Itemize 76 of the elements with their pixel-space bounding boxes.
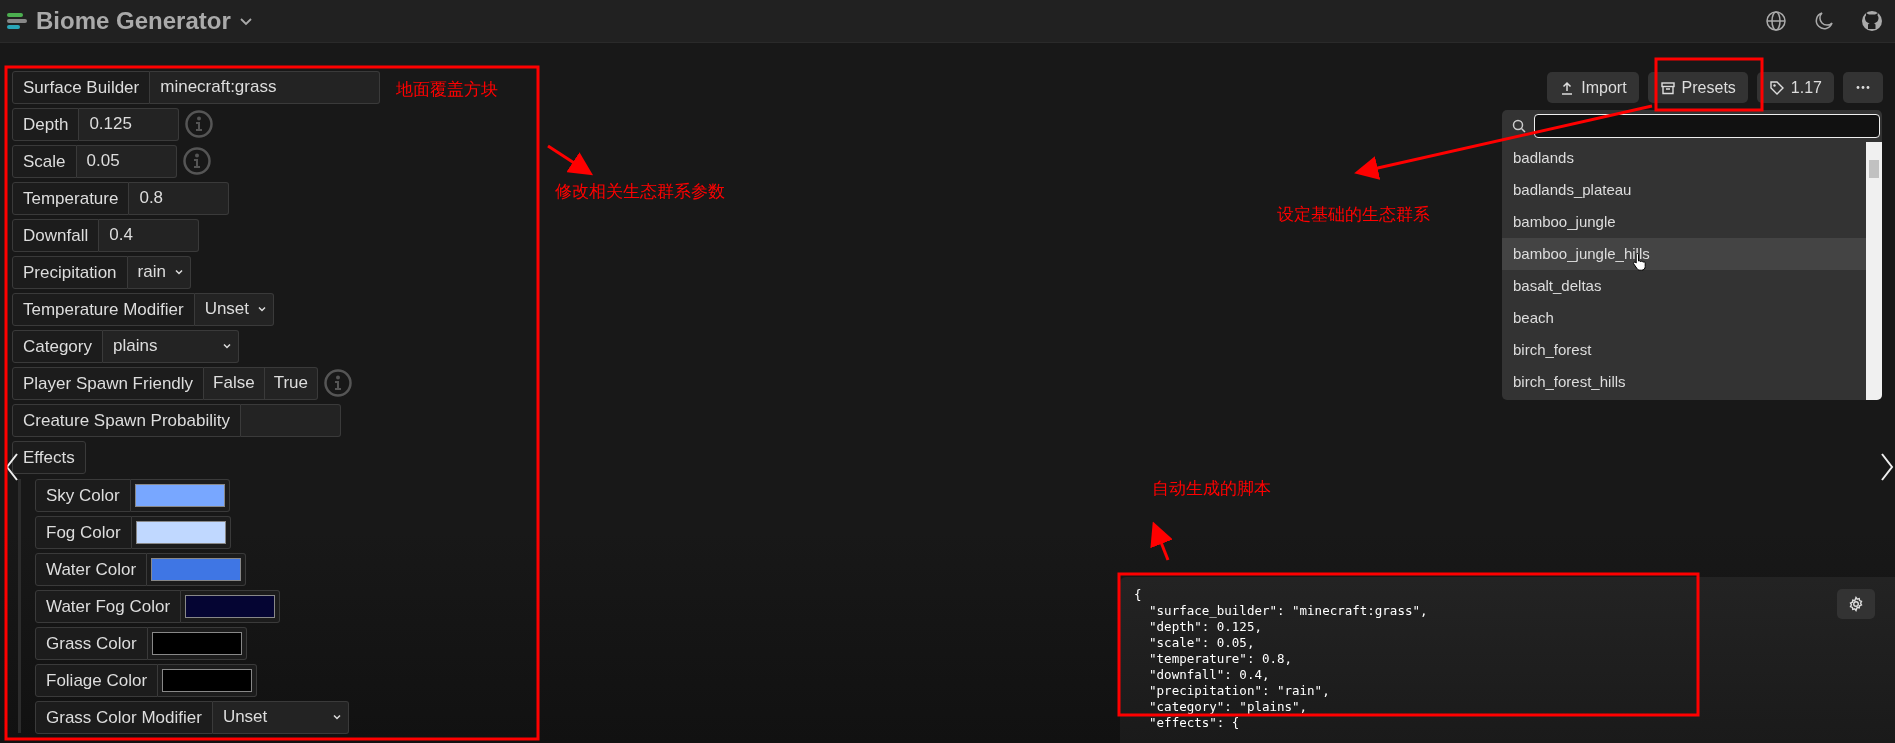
- input-field[interactable]: [240, 403, 341, 437]
- annotation-text: 自动生成的脚本: [1152, 477, 1271, 500]
- input-field[interactable]: 0.8: [129, 181, 230, 215]
- color-swatch[interactable]: [185, 594, 276, 618]
- field-label: Creature Spawn Probability: [12, 403, 241, 437]
- logo-icon[interactable]: [1861, 10, 1883, 32]
- menu-item[interactable]: basalt_deltas: [1502, 270, 1866, 302]
- field-label: Grass Color Modifier: [35, 700, 213, 734]
- field-label: Precipitation: [12, 255, 128, 289]
- info-icon[interactable]: [185, 110, 214, 138]
- caret-icon: [173, 267, 184, 277]
- search-field[interactable]: [1534, 114, 1880, 138]
- toggle-option[interactable]: False: [204, 366, 265, 400]
- caret-icon: [331, 712, 342, 722]
- field-label: Temperature Modifier: [12, 292, 195, 326]
- section-toggle[interactable]: Effects: [12, 441, 86, 474]
- settings-button[interactable]: [1837, 589, 1875, 619]
- field-label: Category: [12, 329, 103, 363]
- annotation-arrow: [1150, 521, 1173, 561]
- annotation-text: 设定基础的生态群系: [1277, 203, 1430, 226]
- field-label: Player Spawn Friendly: [12, 366, 205, 400]
- annotation-arrow: [547, 144, 594, 176]
- presets-button[interactable]: Presets: [1647, 72, 1748, 103]
- select-field[interactable]: Unset: [212, 700, 349, 734]
- logo-icon: [6, 10, 28, 32]
- field-label: Scale: [12, 144, 77, 178]
- menu-item[interactable]: bamboo_jungle_hills: [1502, 238, 1866, 270]
- more-icon: [1855, 86, 1871, 89]
- settings-icon: [1848, 596, 1864, 612]
- menu-item[interactable]: birch_forest_hills: [1502, 366, 1866, 398]
- import-button[interactable]: Import: [1547, 72, 1639, 103]
- input-field[interactable]: 0.4: [99, 218, 200, 252]
- info-icon[interactable]: [324, 369, 352, 397]
- field-label: Foliage Color: [35, 663, 159, 697]
- field-label: Surface Builder: [12, 70, 151, 104]
- field-label: Downfall: [12, 218, 100, 252]
- annotation-text: 修改相关生态群系参数: [555, 180, 725, 203]
- field-label: Temperature: [12, 181, 130, 215]
- menu-item[interactable]: birch_forest: [1502, 334, 1866, 366]
- tag-icon: [1768, 79, 1785, 96]
- field-label: Sky Color: [35, 478, 131, 512]
- color-swatch[interactable]: [162, 668, 253, 692]
- scrollbar[interactable]: [1866, 142, 1882, 400]
- app-title: Biome Generator: [36, 7, 231, 35]
- moon-icon[interactable]: [1813, 10, 1835, 32]
- archive-icon: [1659, 79, 1676, 96]
- code-text: { "surface_builder": "minecraft:grass", "depth": 0.125, "scale": 0.05, "temperature": 0.8, "downfall": 0.4, "precipitation": "rain", "category": "plains", "effects": {: [1134, 587, 1428, 731]
- input-field[interactable]: minecraft:grass: [150, 70, 381, 104]
- menu-item[interactable]: beach: [1502, 302, 1866, 334]
- color-swatch[interactable]: [135, 520, 226, 544]
- menu-item[interactable]: badlands: [1502, 142, 1866, 174]
- caret-icon: [257, 304, 268, 314]
- field-label: Water Fog Color: [35, 589, 182, 623]
- chevron-right-icon[interactable]: [1880, 452, 1894, 482]
- color-swatch[interactable]: [134, 483, 225, 507]
- globe-icon[interactable]: [1765, 10, 1787, 32]
- toggle-option[interactable]: True: [264, 366, 318, 400]
- info-icon[interactable]: [182, 147, 211, 175]
- chevron-left-icon[interactable]: [5, 452, 19, 482]
- select-field[interactable]: rain: [127, 255, 191, 289]
- menu-item[interactable]: bamboo_jungle: [1502, 206, 1866, 238]
- caret-icon: [222, 341, 232, 351]
- color-swatch[interactable]: [151, 557, 242, 581]
- input-field[interactable]: 0.125: [79, 107, 180, 141]
- color-swatch[interactable]: [151, 631, 242, 655]
- field-label: Depth: [12, 107, 80, 141]
- version-button[interactable]: 1.17: [1756, 72, 1834, 103]
- menu-item[interactable]: badlands_plateau: [1502, 174, 1866, 206]
- annotation-text: 地面覆盖方块: [396, 78, 498, 101]
- field-label: Grass Color: [35, 626, 148, 660]
- search-icon: [1512, 119, 1526, 133]
- field-label: Fog Color: [35, 515, 132, 549]
- input-field[interactable]: 0.05: [76, 144, 177, 178]
- select-field[interactable]: plains: [103, 329, 239, 363]
- select-field[interactable]: Unset: [194, 292, 275, 326]
- field-label: Water Color: [35, 552, 148, 586]
